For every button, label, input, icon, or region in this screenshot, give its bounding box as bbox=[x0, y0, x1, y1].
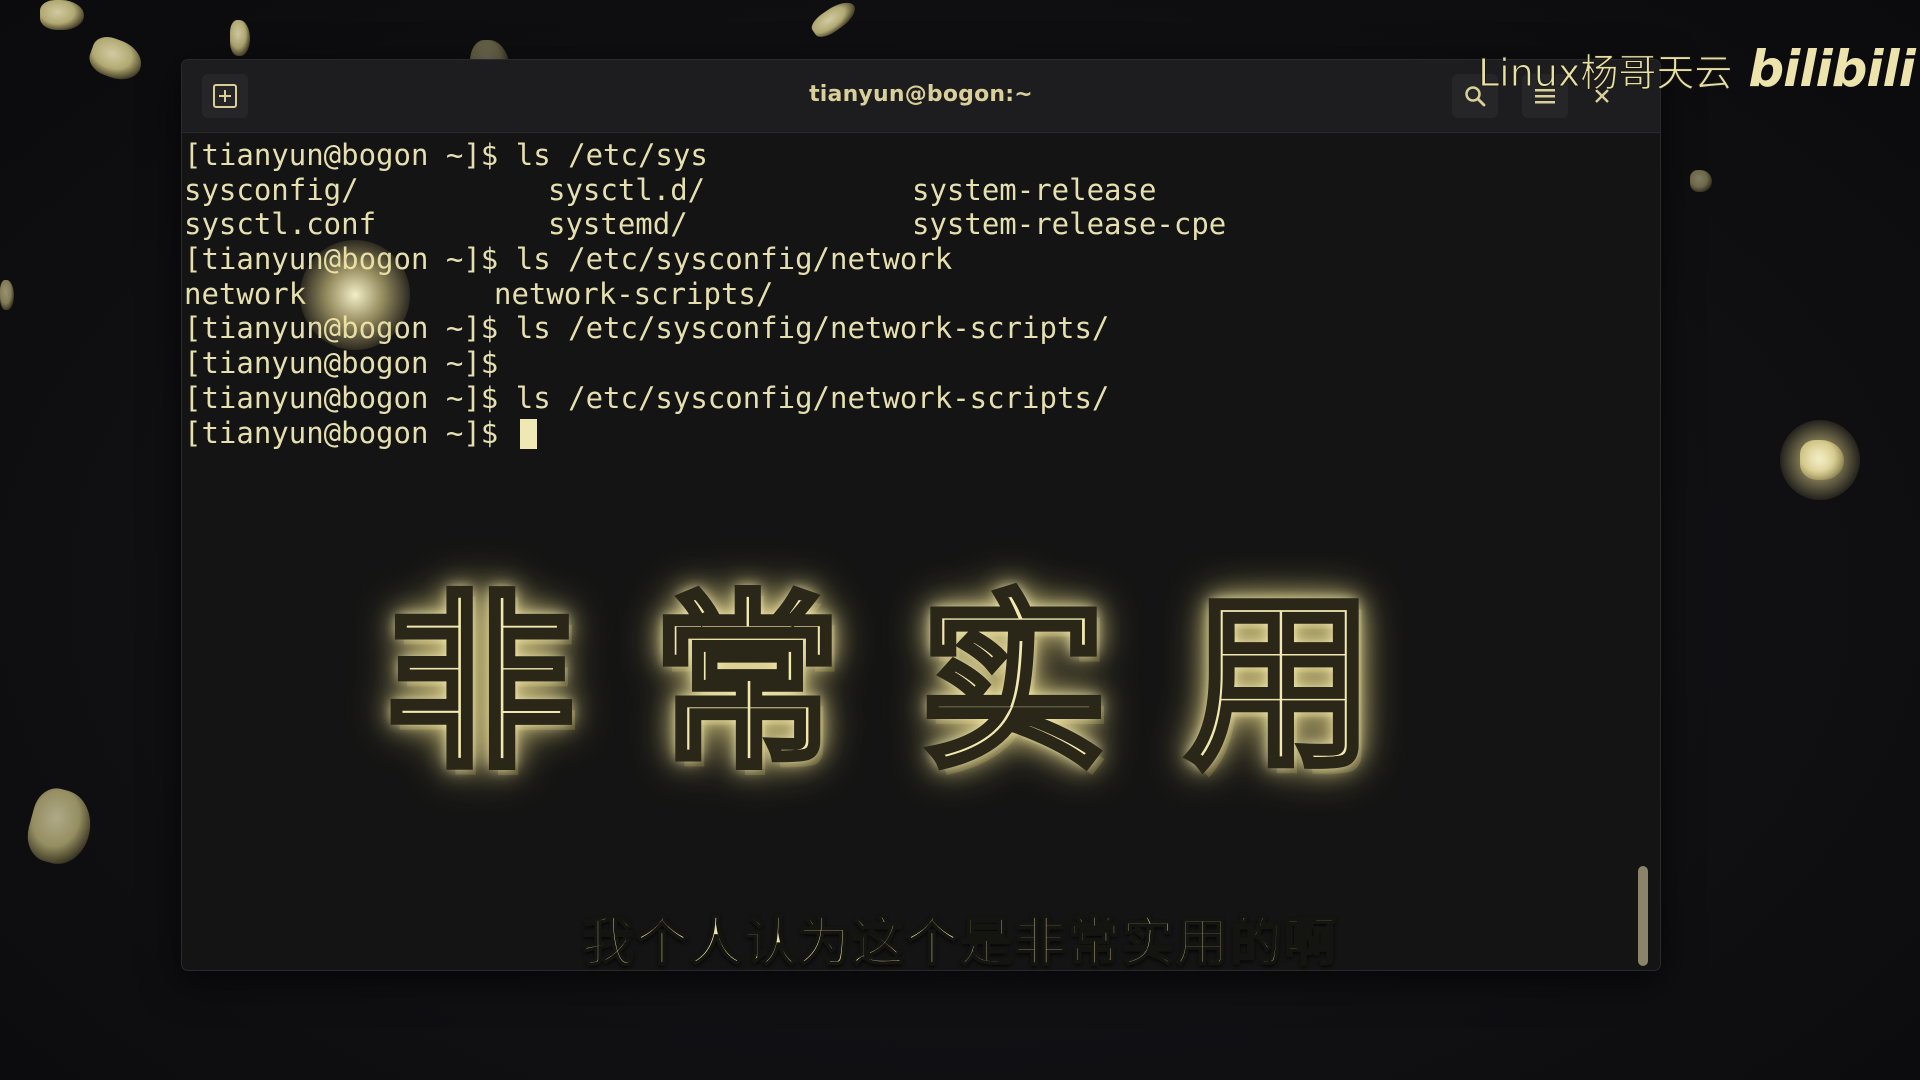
big-caption-char: 非 bbox=[383, 572, 577, 797]
ls-entry: network-scripts/ bbox=[494, 276, 774, 311]
ls-entry: sysctl.d/ bbox=[548, 172, 706, 207]
shell-prompt: [tianyun@bogon ~]$ bbox=[184, 346, 499, 381]
ls-entry: system-release bbox=[912, 172, 1157, 207]
debris-particle bbox=[21, 783, 99, 871]
light-flare bbox=[300, 240, 410, 350]
terminal-line: [tianyun@bogon ~]$ ls /etc/sysconfig/net… bbox=[184, 381, 1660, 416]
ls-entry: sysconfig/ bbox=[184, 172, 359, 207]
terminal-output[interactable]: [tianyun@bogon ~]$ ls /etc/sys sysconfig… bbox=[184, 132, 1660, 970]
light-flare bbox=[1780, 420, 1860, 500]
shell-command: ls /etc/sysconfig/network-scripts/ bbox=[515, 311, 1110, 346]
shell-command: ls /etc/sys bbox=[515, 138, 708, 172]
ls-entry: system-release-cpe bbox=[912, 207, 1227, 242]
debris-particle bbox=[40, 0, 84, 30]
window-title: tianyun@bogon:~ bbox=[809, 82, 1033, 107]
big-caption-title: 非 常 实 用 bbox=[380, 572, 1380, 797]
big-caption-char: 实 bbox=[916, 572, 1110, 797]
terminal-line: [tianyun@bogon ~]$ ls /etc/sys bbox=[184, 138, 1660, 173]
debris-particle bbox=[85, 32, 147, 86]
terminal-line: sysconfig/sysctl.d/system-release bbox=[184, 173, 1660, 208]
big-caption-char: 用 bbox=[1183, 572, 1377, 797]
video-frame: tianyun@bogon:~ [tianyun@bogon ~]$ ls /e… bbox=[0, 0, 1920, 1080]
terminal-line: [tianyun@bogon ~]$ ls /etc/sysconfig/net… bbox=[184, 242, 1660, 277]
debris-particle bbox=[230, 20, 250, 56]
video-subtitle: 我个人认为这个是非常实用的啊 bbox=[581, 912, 1338, 974]
channel-watermark: Linux杨哥天云 bilibili bbox=[1477, 40, 1915, 98]
shell-command: ls /etc/sysconfig/network bbox=[515, 242, 953, 277]
debris-particle bbox=[0, 280, 14, 310]
ls-entry: systemd/ bbox=[548, 207, 688, 242]
shell-prompt: [tianyun@bogon ~]$ bbox=[184, 415, 516, 450]
shell-prompt: [tianyun@bogon ~]$ bbox=[184, 380, 516, 415]
shell-command: ls /etc/sysconfig/network-scripts/ bbox=[515, 380, 1110, 415]
big-caption-char: 常 bbox=[650, 572, 844, 797]
bilibili-logo: bilibili bbox=[1748, 40, 1915, 98]
text-cursor bbox=[519, 418, 537, 449]
terminal-line: [tianyun@bogon ~]$ bbox=[184, 346, 1660, 381]
terminal-line: sysctl.conf systemd/system-release-cpe bbox=[184, 207, 1660, 242]
terminal-line[interactable]: [tianyun@bogon ~]$ bbox=[184, 416, 1660, 451]
shell-prompt: [tianyun@bogon ~]$ bbox=[184, 138, 516, 172]
watermark-channel-name: Linux杨哥天云 bbox=[1477, 50, 1733, 95]
debris-particle bbox=[808, 0, 860, 42]
terminal-window[interactable]: tianyun@bogon:~ [tianyun@bogon ~]$ ls /e… bbox=[182, 60, 1660, 970]
debris-particle bbox=[1690, 170, 1712, 192]
ls-entry: sysctl.conf bbox=[184, 207, 377, 242]
terminal-titlebar[interactable]: tianyun@bogon:~ bbox=[182, 60, 1660, 133]
